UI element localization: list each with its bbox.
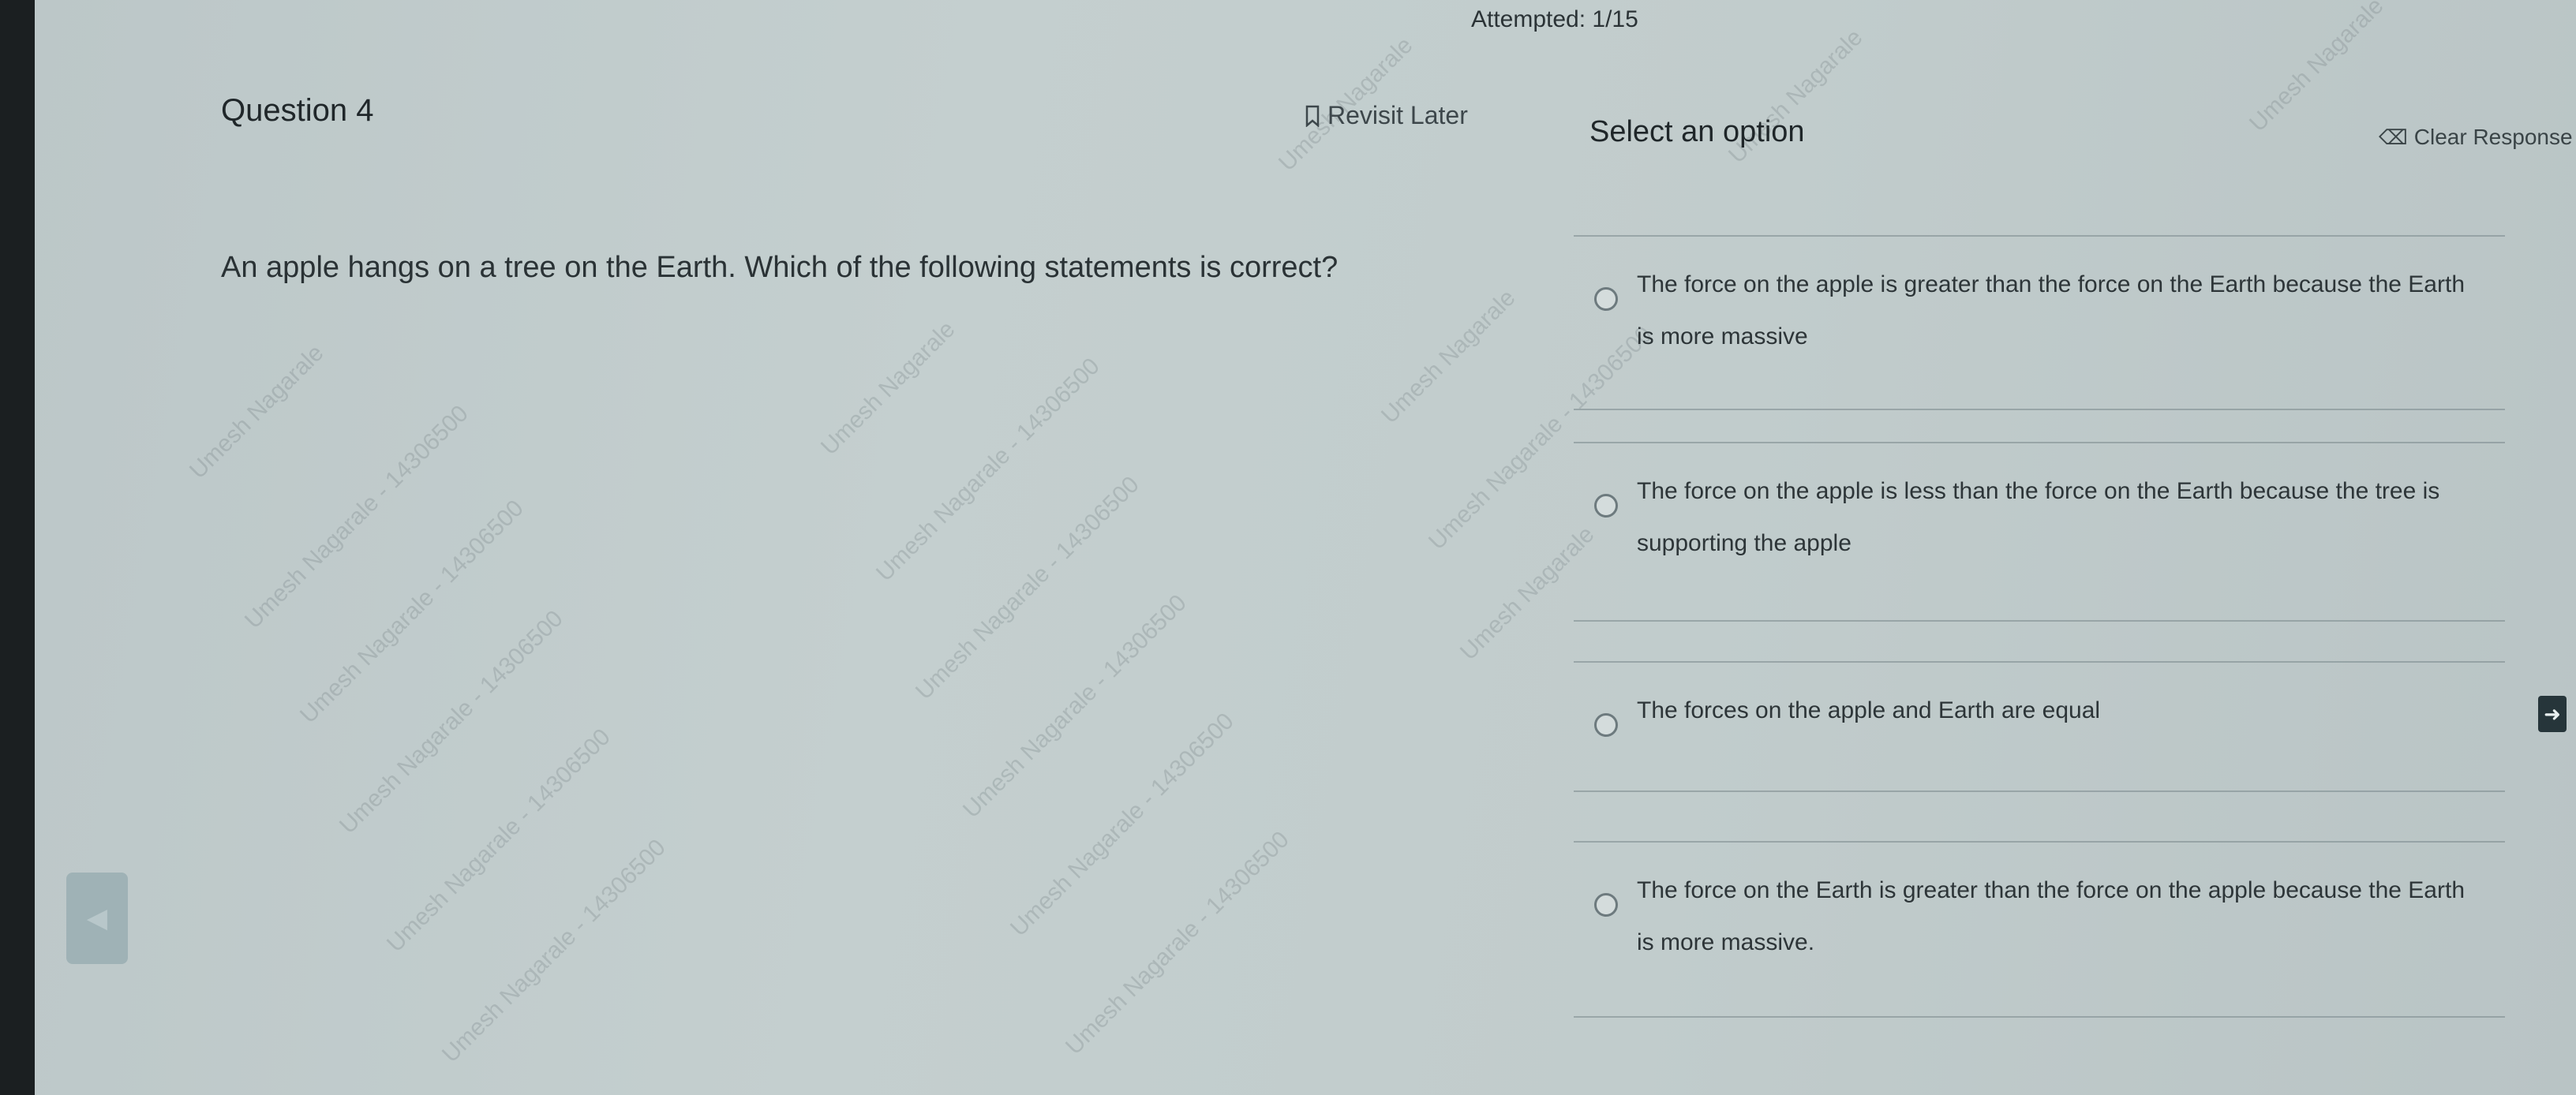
option-1[interactable]: The force on the apple is greater than t… [1574,235,2505,410]
option-text: The force on the apple is less than the … [1637,478,2440,556]
watermark-text: Umesh Nagarale - 14306500 [382,723,616,958]
watermark-text: Umesh Nagarale [816,316,960,461]
revisit-later-button[interactable]: Revisit Later [1305,101,1468,130]
watermark-text: Umesh Nagarale - 14306500 [1005,708,1239,942]
attempted-counter: Attempted: 1/15 [1471,6,1638,32]
radio-button[interactable] [1594,287,1618,311]
watermark-text: Umesh Nagarale [1376,284,1521,429]
watermark-text: Umesh Nagarale - 14306500 [958,589,1192,824]
watermark-text: Umesh Nagarale - 14306500 [871,353,1105,587]
select-option-heading: Select an option [1589,115,1805,148]
revisit-later-label: Revisit Later [1327,101,1468,129]
screen: Umesh Nagarale Umesh Nagarale - 14306500… [35,0,2576,1095]
bookmark-icon [1305,105,1320,127]
question-text: An apple hangs on a tree on the Earth. W… [221,251,1339,284]
arrow-left-icon: ◀ [86,903,108,933]
watermark-text: Umesh Nagarale - 14306500 [437,834,671,1068]
option-text: The forces on the apple and Earth are eq… [1637,697,2101,723]
radio-button[interactable] [1594,494,1618,518]
clear-response-label: Clear Response [2413,125,2573,149]
clear-response-button[interactable]: ⌫ Clear Response [2379,125,2573,150]
watermark-text: Umesh Nagarale - 14306500 [240,400,474,634]
eraser-icon: ⌫ [2379,125,2408,149]
option-2[interactable]: The force on the apple is less than the … [1574,442,2505,622]
watermark-text: Umesh Nagarale [185,339,329,484]
watermark-text: Umesh Nagarale - 14306500 [295,495,529,729]
radio-button[interactable] [1594,893,1618,917]
previous-question-button[interactable]: ◀ [66,873,128,964]
next-question-button[interactable]: ➜ [2538,696,2567,732]
arrow-right-icon: ➜ [2544,701,2561,726]
question-number: Question 4 [221,93,374,128]
option-text: The force on the Earth is greater than t… [1637,877,2466,955]
watermark-text: Umesh Nagarale [2245,0,2389,137]
radio-button[interactable] [1594,713,1618,737]
watermark-text: Umesh Nagarale - 14306500 [1061,826,1294,1060]
watermark-text: Umesh Nagarale - 14306500 [335,605,568,839]
option-4[interactable]: The force on the Earth is greater than t… [1574,841,2505,1018]
option-3[interactable]: The forces on the apple and Earth are eq… [1574,661,2505,792]
option-text: The force on the apple is greater than t… [1637,271,2466,349]
watermark-text: Umesh Nagarale - 14306500 [911,471,1144,705]
